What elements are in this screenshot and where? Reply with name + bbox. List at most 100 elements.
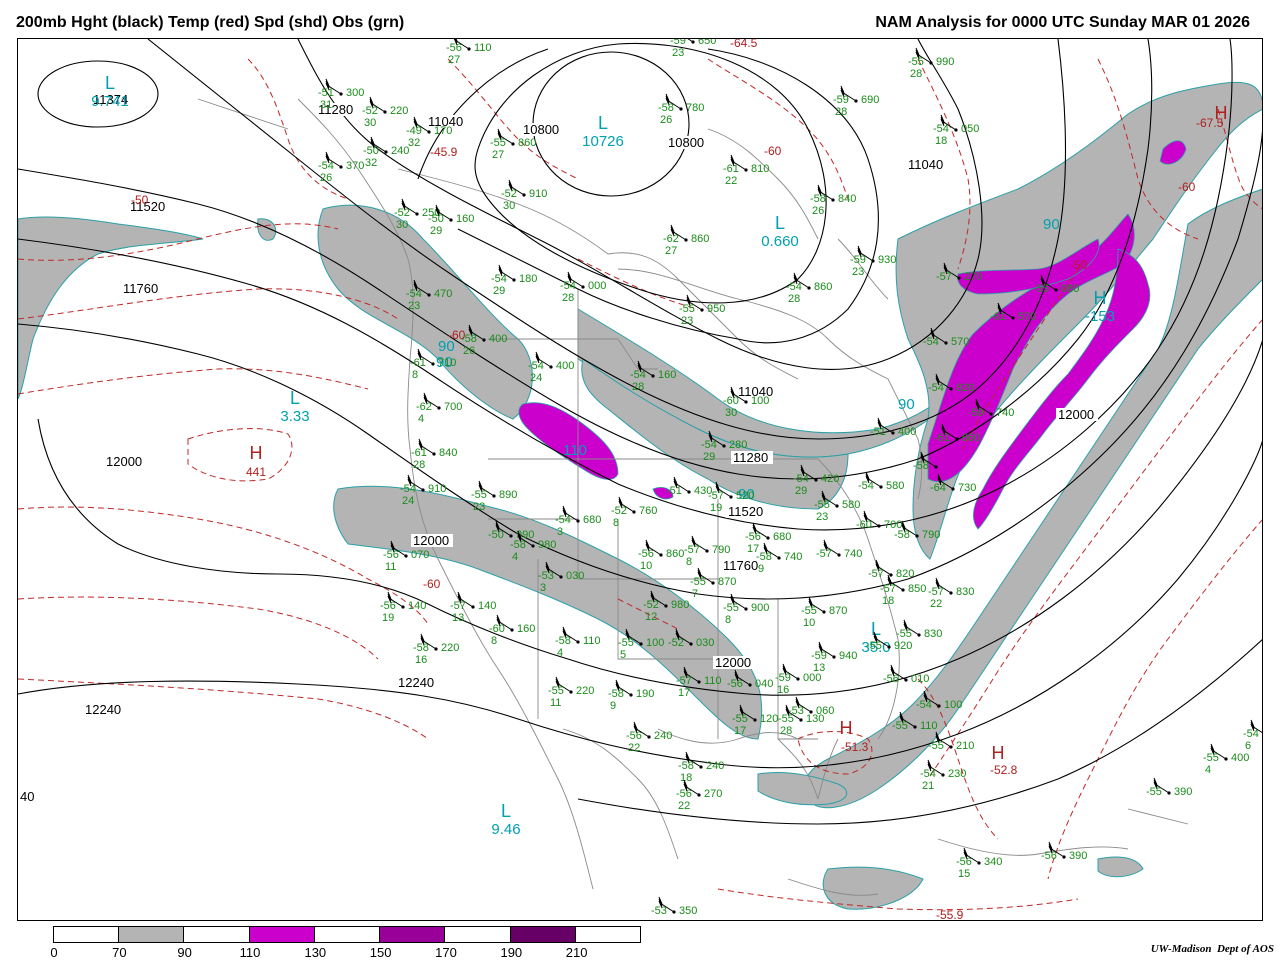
station-height: 080 (1061, 283, 1079, 295)
station-height: 270 (704, 788, 722, 800)
station-plot: -52 910 30 (501, 179, 547, 212)
station-dewpoint: 18 (935, 135, 947, 147)
station-temp: -55 (690, 576, 706, 588)
low-center-marker: L (290, 388, 300, 408)
station-dewpoint: 26 (812, 205, 824, 217)
station-height: 220 (390, 105, 408, 117)
station-height: 010 (911, 673, 929, 685)
station-height: 950 (707, 303, 725, 315)
station-height: 140 (478, 600, 496, 612)
temperature-label: -60 (423, 577, 441, 591)
legend-swatch (510, 927, 576, 942)
station-temp: -52 (501, 188, 517, 200)
temperature-label: -55.9 (936, 908, 964, 921)
legend-label: 70 (112, 945, 127, 960)
station-temp: -55 (801, 605, 817, 617)
station-dewpoint: 4 (512, 551, 518, 563)
legend-swatch (184, 927, 250, 942)
height-label: 12000 (413, 533, 449, 548)
station-dewpoint: 19 (710, 502, 722, 514)
station-dewpoint: 30 (364, 117, 376, 129)
station-dewpoint: 8 (491, 635, 497, 647)
center-value: 9.46 (491, 821, 520, 838)
station-temp: -54 (528, 360, 544, 372)
station-dewpoint: 23 (852, 266, 864, 278)
station-temp: -56 (1041, 850, 1057, 862)
station-plot: -57 740 (816, 539, 862, 560)
station-height: 400 (489, 333, 507, 345)
station-dewpoint: 29 (703, 451, 715, 463)
station-temp: -60 (723, 395, 739, 407)
station-temp: -54 (933, 123, 949, 135)
station-height: 220 (576, 685, 594, 697)
station-height: 400 (898, 426, 916, 438)
center-value: 0.660 (761, 233, 799, 250)
station-dewpoint: 23 (408, 300, 420, 312)
height-label: 10800 (668, 135, 704, 150)
station-temp: -56 (745, 531, 761, 543)
station-dewpoint: 31 (320, 99, 332, 111)
station-height: 840 (838, 193, 856, 205)
station-temp: -49 (406, 125, 422, 137)
station-height: 890 (499, 489, 517, 501)
station-plot: -56 110 27 (446, 39, 492, 66)
station-height: 680 (583, 514, 601, 526)
station-temp: -62 (416, 401, 432, 413)
station-plot: -56 010 (883, 664, 929, 685)
station-height: 910 (529, 188, 547, 200)
station-temp: -58 (510, 539, 526, 551)
legend-swatch (445, 927, 511, 942)
station-dewpoint: 26 (320, 172, 332, 184)
station-height: 240 (706, 760, 724, 772)
station-dewpoint: 6 (1245, 740, 1251, 752)
station-height: 240 (391, 145, 409, 157)
station-dewpoint: 28 (780, 725, 792, 737)
station-temp: -53 (651, 905, 667, 917)
station-height: 820 (956, 382, 974, 394)
station-plot: -55 390 (1146, 777, 1192, 798)
station-dewpoint: 29 (430, 225, 442, 237)
station-plot: -54 180 29 (491, 264, 537, 297)
station-dewpoint: 23 (816, 511, 828, 523)
station-height: 650 (698, 39, 716, 47)
station-plot: -55 830 (896, 619, 942, 640)
station-height: 030 (696, 637, 714, 649)
station-temp: -55 (928, 740, 944, 752)
station-plot: -62 700 4 (416, 392, 462, 425)
station-temp: -58 (658, 102, 674, 114)
station-height: 000 (803, 672, 821, 684)
station-height: 110 (704, 675, 722, 687)
station-plot: -56 340 15 (956, 847, 1002, 880)
station-temp: -61 (934, 432, 950, 444)
station-height: 370 (346, 160, 364, 172)
station-height: 100 (751, 395, 769, 407)
station-temp: -58 (810, 193, 826, 205)
station-height: 920 (894, 640, 912, 652)
station-dewpoint: 13 (452, 612, 464, 624)
station-temp: -58 (913, 460, 929, 472)
station-height: 570 (1018, 311, 1036, 323)
station-height: 140 (408, 600, 426, 612)
station-dewpoint: 10 (803, 617, 815, 629)
station-plot: -58 240 18 (678, 751, 724, 784)
station-temp: -56 (383, 549, 399, 561)
station-dewpoint: 29 (795, 485, 807, 497)
station-dewpoint: 4 (1205, 764, 1211, 776)
map-panel[interactable]: 11374 11280 11040 10800 10800 11040 11520 11760… (17, 38, 1263, 921)
station-height: 860 (518, 137, 536, 149)
station-height: 520 (736, 490, 754, 502)
station-temp: -57 (936, 271, 952, 283)
station-height: 840 (439, 447, 457, 459)
station-temp: -55 (618, 637, 634, 649)
legend-label: 130 (304, 945, 327, 960)
station-plot: -51 430 (666, 476, 712, 497)
station-dewpoint: 4 (557, 647, 563, 659)
height-label: 11760 (723, 558, 758, 573)
station-height: 860 (666, 548, 684, 560)
station-temp: -52 (611, 505, 627, 517)
station-dewpoint: 9 (610, 700, 616, 712)
station-height: 760 (639, 505, 657, 517)
station-temp: -57 (816, 548, 832, 560)
station-height: 000 (588, 280, 606, 292)
station-height: 400 (1231, 752, 1249, 764)
